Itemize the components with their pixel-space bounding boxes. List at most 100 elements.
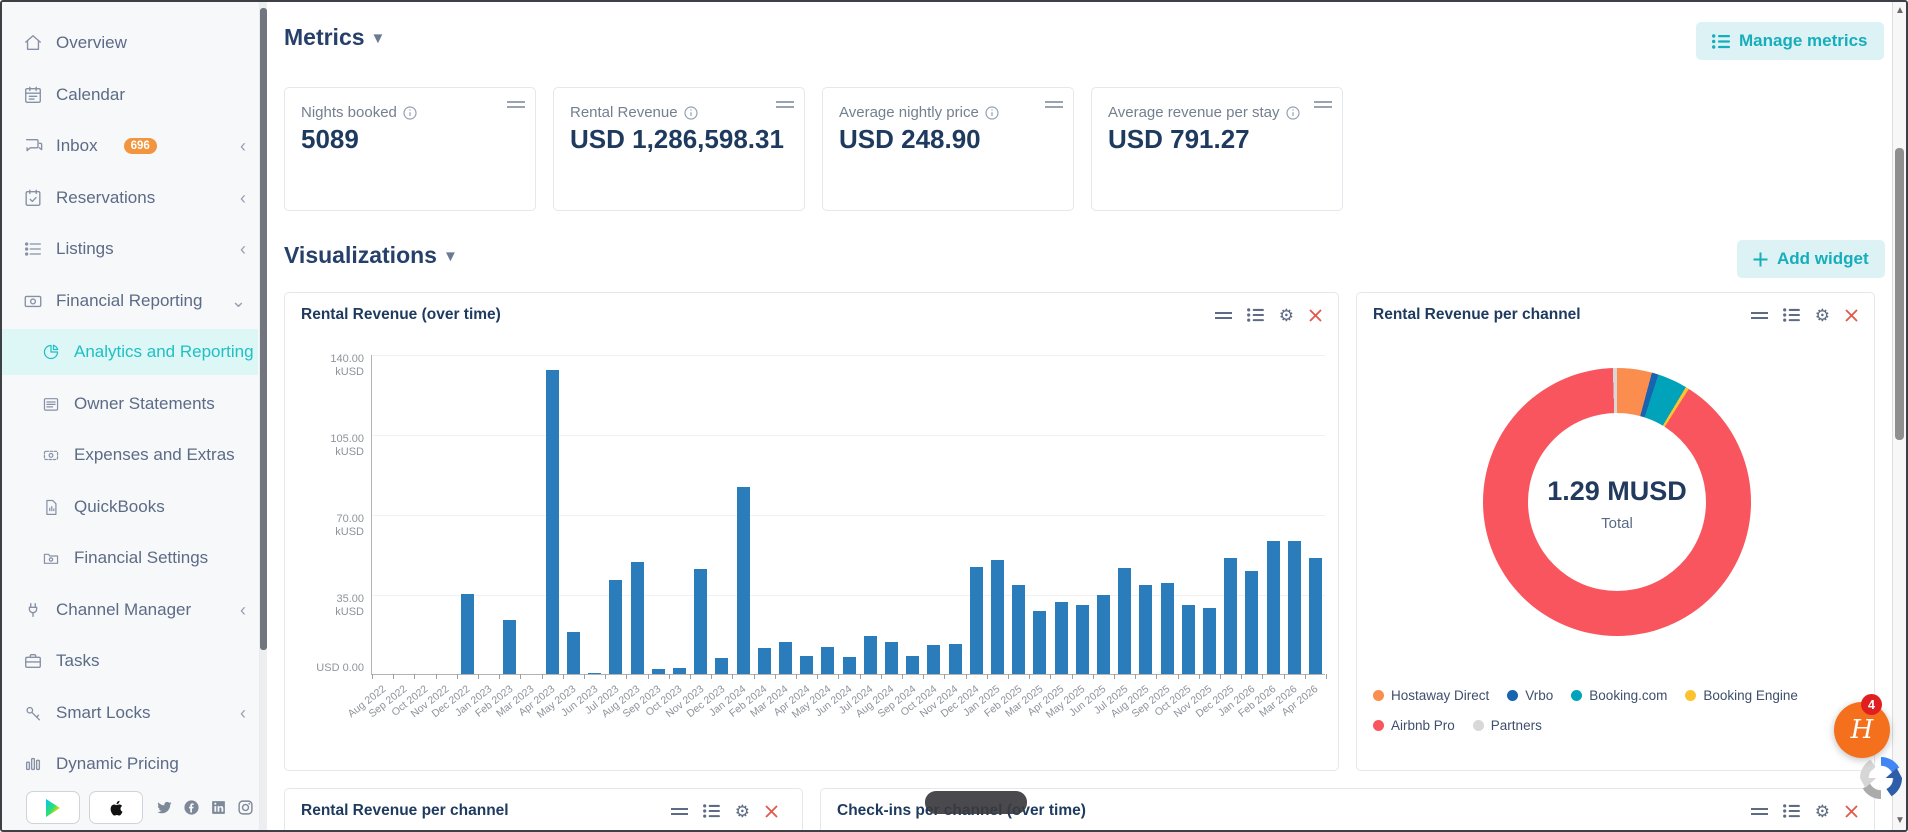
info-icon[interactable] [1285,105,1300,120]
close-icon[interactable] [1845,308,1858,322]
sidebar-item-channel-manager[interactable]: Channel Manager ‹ [2,587,258,633]
bar-May-2025[interactable] [1075,604,1089,674]
sidebar-item-listings[interactable]: Listings ‹ [2,226,258,272]
bar-Oct-2025[interactable] [1181,604,1195,674]
info-icon[interactable] [403,105,417,120]
settings-gear-icon[interactable]: ⚙ [1815,803,1830,820]
legend-item-airbnb-pro[interactable]: Airbnb Pro [1373,718,1455,733]
settings-gear-icon[interactable]: ⚙ [1815,307,1830,324]
bar-Sep-2024[interactable] [906,655,920,674]
bar-Dec-2025[interactable] [1224,557,1238,674]
sidebar-item-smart-locks[interactable]: Smart Locks ‹ [2,690,258,736]
bar-Jul-2024[interactable] [863,636,877,674]
chevron-down-icon[interactable]: ▼ [371,30,386,47]
bar-Dec-2024[interactable] [969,567,983,674]
drag-handle-icon[interactable] [1314,96,1332,114]
legend-item-hostaway-direct[interactable]: Hostaway Direct [1373,688,1489,703]
add-widget-button[interactable]: Add widget [1737,240,1885,278]
bar-Feb-2023[interactable] [503,620,517,674]
chevron-down-icon[interactable]: ⌄ [231,292,246,310]
bar-Jul-2023[interactable] [609,580,623,674]
chevron-down-icon[interactable]: ▼ [443,248,458,265]
bar-Sep-2025[interactable] [1160,582,1174,674]
bar-Oct-2024[interactable] [927,644,941,674]
bar-Oct-2023[interactable] [672,667,686,674]
drag-handle-icon[interactable] [1214,311,1232,320]
bar-May-2023[interactable] [566,631,580,674]
close-icon[interactable] [765,804,778,818]
bar-Aug-2024[interactable] [884,642,898,674]
bar-Jan-2026[interactable] [1245,571,1259,674]
legend-list-icon[interactable] [1782,804,1800,818]
sidebar-item-financial-reporting[interactable]: Financial Reporting ⌄ [2,278,258,324]
main-scrollbar[interactable]: ▲ ▼ [1892,2,1906,830]
sidebar-item-overview[interactable]: Overview [2,20,258,66]
bar-Apr-2024[interactable] [800,655,814,674]
scroll-up-arrow[interactable]: ▲ [1895,6,1905,16]
bar-Apr-2023[interactable] [545,370,559,674]
drag-handle-icon[interactable] [670,807,688,816]
drag-handle-icon[interactable] [1045,96,1063,114]
linkedin-icon[interactable] [210,799,227,816]
facebook-icon[interactable] [183,799,200,816]
sidebar-item-owner-statements[interactable]: Owner Statements [2,381,258,427]
bar-Jun-2024[interactable] [842,657,856,674]
bar-Jun-2025[interactable] [1096,595,1110,674]
drag-handle-icon[interactable] [507,96,525,114]
bar-Mar-2026[interactable] [1287,541,1301,674]
bar-Feb-2024[interactable] [757,647,771,674]
settings-gear-icon[interactable]: ⚙ [735,803,750,820]
chevron-left-icon[interactable]: ‹ [240,601,246,619]
bar-Mar-2024[interactable] [778,642,792,674]
close-icon[interactable] [1845,804,1858,818]
sidebar-item-financial-settings[interactable]: Financial Settings [2,535,258,581]
legend-list-icon[interactable] [1246,308,1264,322]
app-store-badge[interactable] [89,791,143,824]
chevron-left-icon[interactable]: ‹ [240,240,246,258]
instagram-icon[interactable] [237,799,254,816]
bar-Jan-2024[interactable] [736,486,750,674]
bar-May-2024[interactable] [821,646,835,674]
legend-item-booking-com[interactable]: Booking.com [1571,688,1667,703]
bar-Dec-2023[interactable] [715,658,729,674]
bar-Aug-2023[interactable] [630,562,644,674]
bar-Nov-2023[interactable] [694,568,708,674]
sidebar-item-tasks[interactable]: Tasks [2,638,258,684]
sidebar-item-dynamic-pricing[interactable]: Dynamic Pricing [2,741,258,787]
sidebar-item-reservations[interactable]: Reservations ‹ [2,175,258,221]
legend-item-vrbo[interactable]: Vrbo [1507,688,1553,703]
sidebar-scrollbar-thumb[interactable] [260,8,267,650]
info-icon[interactable] [985,105,999,120]
manage-metrics-button[interactable]: Manage metrics [1696,22,1884,60]
sidebar-scrollbar[interactable] [260,2,267,830]
bar-Mar-2025[interactable] [1033,610,1047,674]
chat-launcher-button[interactable]: H 4 [1834,694,1890,758]
drag-handle-icon[interactable] [1750,311,1768,320]
bar-Nov-2025[interactable] [1202,607,1216,674]
bar-Dec-2022[interactable] [460,594,474,674]
bar-Feb-2026[interactable] [1266,541,1280,674]
bar-Jan-2025[interactable] [990,559,1004,674]
sidebar-item-calendar[interactable]: Calendar [2,72,258,118]
legend-item-booking-engine[interactable]: Booking Engine [1685,688,1798,703]
close-icon[interactable] [1309,308,1322,322]
bar-Apr-2025[interactable] [1054,601,1068,674]
sidebar-item-inbox[interactable]: Inbox 696 ‹ [2,123,258,169]
twitter-icon[interactable] [156,799,173,816]
google-play-badge[interactable] [26,791,80,824]
main-scrollbar-thumb[interactable] [1895,148,1904,440]
bar-Aug-2025[interactable] [1139,584,1153,674]
chevron-left-icon[interactable]: ‹ [240,704,246,722]
info-icon[interactable] [683,105,698,120]
bar-Apr-2026[interactable] [1308,557,1322,674]
drag-handle-icon[interactable] [1750,807,1768,816]
legend-list-icon[interactable] [1782,308,1800,322]
scroll-down-arrow[interactable]: ▼ [1895,816,1905,826]
sidebar-item-quickbooks[interactable]: QuickBooks [2,484,258,530]
chevron-left-icon[interactable]: ‹ [240,189,246,207]
bar-Jul-2025[interactable] [1118,567,1132,674]
bar-Sep-2023[interactable] [651,669,665,674]
bar-Nov-2024[interactable] [948,643,962,674]
bar-Jun-2023[interactable] [588,672,602,674]
bar-Feb-2025[interactable] [1012,584,1026,674]
